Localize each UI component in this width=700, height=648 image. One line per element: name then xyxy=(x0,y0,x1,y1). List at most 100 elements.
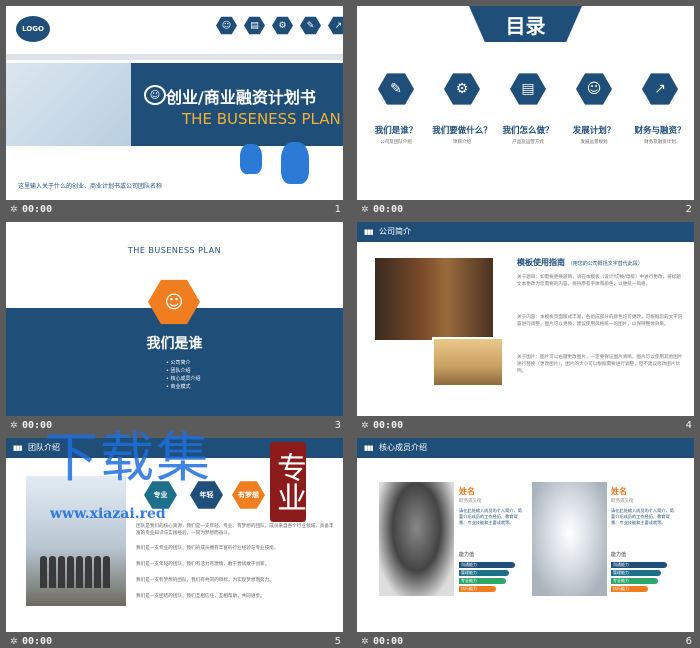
pen-icon: ✎ xyxy=(300,16,321,35)
skill-bar: 管理能力 xyxy=(459,570,509,576)
skill-bar: 执行能力 xyxy=(459,586,496,592)
slide-subtitle: THE BUSENESS PLAN xyxy=(182,110,341,128)
logo: LOGO xyxy=(16,16,50,42)
team-icon: ☺ xyxy=(144,85,166,105)
member-description: 请在此处输入成员的个人简介，简要介绍成员的工作经历、教育背景、专业技能和主要成就… xyxy=(611,508,674,525)
slide-header: ▮▮▮ 公司简介 xyxy=(357,222,694,242)
agenda-item-label: 发展计划？ xyxy=(572,126,616,136)
office-photo xyxy=(375,258,493,340)
list-item: • 核心成员介绍 xyxy=(166,376,201,382)
signal-icon: ▮▮▮ xyxy=(364,228,374,236)
team-photo-people xyxy=(40,556,110,588)
list-item: • 商业模式 xyxy=(166,384,191,390)
slide-timing: 00:00 xyxy=(373,636,404,647)
slide-subtitle: THE BUSENESS PLAN xyxy=(127,246,222,255)
section-list: • 公司简介 • 团队介绍 • 核心成员介绍 • 商业模式 xyxy=(166,359,201,391)
agenda-item: ✎ 我们是谁？ 公司及团队介绍 xyxy=(363,72,429,145)
agenda-item-sub: 财务及融资计划 xyxy=(644,140,676,145)
signal-icon: ▮▮▮ xyxy=(13,444,23,452)
slide-timing: 00:00 xyxy=(373,204,404,215)
member-description: 请在此处输入成员的个人简介，简要介绍成员的工作经历、教育背景、专业技能和主要成就… xyxy=(459,508,522,525)
agenda-item: ▤ 我们怎么做？ 产品及运营方式 xyxy=(495,72,561,145)
slide-number: 5 xyxy=(334,636,341,647)
section-heading: 模板使用指南 （用您的公司概括文字替代此段） xyxy=(517,258,643,267)
slide-title: 核心成员介绍 xyxy=(379,443,427,452)
divider xyxy=(6,54,343,60)
watermark-stamp: 专业 xyxy=(270,442,306,522)
paragraph: 关于内容：本模板页面版式丰富，各组成部分的颜色均可更改，可根据您的文字内容进行调… xyxy=(517,315,683,327)
agenda-item-label: 我们要做什么？ xyxy=(432,126,492,136)
slide-3[interactable]: THE BUSENESS PLAN ☺ 我们是谁 • 公司简介 • 团队介绍 •… xyxy=(6,222,343,416)
user-gear-icon: ⚙ xyxy=(444,73,480,105)
paragraph: 团队是我们的核心资源，我们是一支年轻、专业、有梦想的团队，成员来自各个行业领域，… xyxy=(136,524,334,536)
slide-title: 我们是谁 xyxy=(146,336,203,352)
slide-number: 3 xyxy=(334,420,341,431)
agenda-item-sub: 公司及团队介绍 xyxy=(380,140,412,145)
list-item: • 公司简介 xyxy=(166,360,191,366)
presentation-icon: ▤ xyxy=(510,73,546,105)
transition-icon: ✲ xyxy=(361,421,369,431)
paragraph: 我们是一支年轻的团队，我们有活力有激情，敢于尝试敢于创新。 xyxy=(136,562,270,567)
paragraph: 我们是一支团结的团队，我们互相信任，互相帮助，共同进步。 xyxy=(136,594,265,599)
slide-caption: ✲ 00:00 6 xyxy=(357,632,694,648)
agenda-item: ⚙ 我们要做什么？ 项目介绍 xyxy=(429,72,495,145)
paragraph: 关于图片：图片可以右键更改图片，一定要保证图片清晰，图片可以使用其他图片进行替换… xyxy=(517,355,683,374)
slide-caption: ✲ 00:00 4 xyxy=(357,416,694,438)
transition-icon: ✲ xyxy=(10,205,18,215)
watermark-url: www.xiazai.red xyxy=(50,506,166,522)
transition-icon: ✲ xyxy=(361,205,369,215)
agenda-item-sub: 项目介绍 xyxy=(453,140,471,145)
slide-timing: 00:00 xyxy=(373,420,404,431)
slide-2[interactable]: 目录 ✎ 我们是谁？ 公司及团队介绍 ⚙ 我们要做什么？ 项目介绍 ▤ 我们怎么… xyxy=(357,6,694,200)
agenda-item: ☺ 发展计划？ 发展远景规划 xyxy=(561,72,627,145)
slide-title: 目录 xyxy=(469,6,582,42)
slide-number: 6 xyxy=(685,636,692,647)
slide-title: 公司简介 xyxy=(379,227,411,236)
transition-icon: ✲ xyxy=(10,421,18,431)
transition-icon: ✲ xyxy=(361,637,369,647)
member-photo xyxy=(532,482,607,596)
chart-icon: ▤ xyxy=(244,16,265,35)
growth-icon: ↗ xyxy=(328,16,343,35)
skill-bar: 专业能力 xyxy=(459,578,506,584)
people-icon: ☺ xyxy=(216,16,237,35)
paragraph: 关于题目：如需要更换题目，请在本模板（设计/切换/母版）中进行更改，将标题文本更… xyxy=(517,275,681,287)
skill-bar: 沟通能力 xyxy=(611,562,667,568)
slide-number: 4 xyxy=(685,420,692,431)
runner-figure-image xyxy=(281,142,309,184)
slide-number: 1 xyxy=(334,204,341,215)
agenda-item-sub: 产品及运营方式 xyxy=(512,140,544,145)
agenda-item-label: 财务与融资？ xyxy=(634,126,686,136)
skill-bar: 管理能力 xyxy=(611,570,661,576)
skill-bar: 沟通能力 xyxy=(459,562,515,568)
slide-caption: ✲ 00:00 1 xyxy=(6,200,343,222)
paragraph: 我们是一支有梦想的团队，我们有共同的目标，为实现梦想而努力。 xyxy=(136,578,274,583)
signal-icon: ▮▮▮ xyxy=(364,444,374,452)
agenda-item-sub: 发展远景规划 xyxy=(580,140,608,145)
agenda-item: ↗ 财务与融资？ 财务及融资计划 xyxy=(627,72,693,145)
agenda-list: ✎ 我们是谁？ 公司及团队介绍 ⚙ 我们要做什么？ 项目介绍 ▤ 我们怎么做？ … xyxy=(363,72,693,145)
member-name: 姓名 xyxy=(459,487,475,496)
slide-caption: ✲ 00:00 5 xyxy=(6,632,343,648)
member-role: 职务或头衔 xyxy=(459,499,482,504)
member-name: 姓名 xyxy=(611,487,627,496)
slide-caption: ✲ 00:00 2 xyxy=(357,200,694,222)
member-photo xyxy=(379,482,454,596)
skill-label: 能力值 xyxy=(611,552,627,558)
slide-4[interactable]: ▮▮▮ 公司简介 模板使用指南 （用您的公司概括文字替代此段） 关于题目：如需要… xyxy=(357,222,694,416)
member-role: 职务或头衔 xyxy=(611,499,634,504)
slide-header: ▮▮▮ 核心成员介绍 xyxy=(357,438,694,458)
slide-number: 2 xyxy=(685,204,692,215)
slide-timing: 00:00 xyxy=(22,636,53,647)
transition-icon: ✲ xyxy=(10,637,18,647)
agenda-item-label: 我们是谁？ xyxy=(374,126,418,136)
meeting-room-photo xyxy=(432,337,504,387)
team-icon: ☺ xyxy=(576,73,612,105)
gear-icon: ⚙ xyxy=(272,16,293,35)
document-icon: ✎ xyxy=(378,73,414,105)
world-map-image xyxy=(6,63,131,146)
slide-6[interactable]: ▮▮▮ 核心成员介绍 姓名 职务或头衔 请在此处输入成员的个人简介，简要介绍成员… xyxy=(357,438,694,632)
agenda-item-label: 我们怎么做？ xyxy=(502,126,554,136)
watermark-text: 下载集 xyxy=(44,426,212,489)
slide-1[interactable]: LOGO ☺ ▤ ⚙ ✎ ↗ ☺ 创业/商业融资计划书 THE BUSENESS… xyxy=(6,6,343,200)
